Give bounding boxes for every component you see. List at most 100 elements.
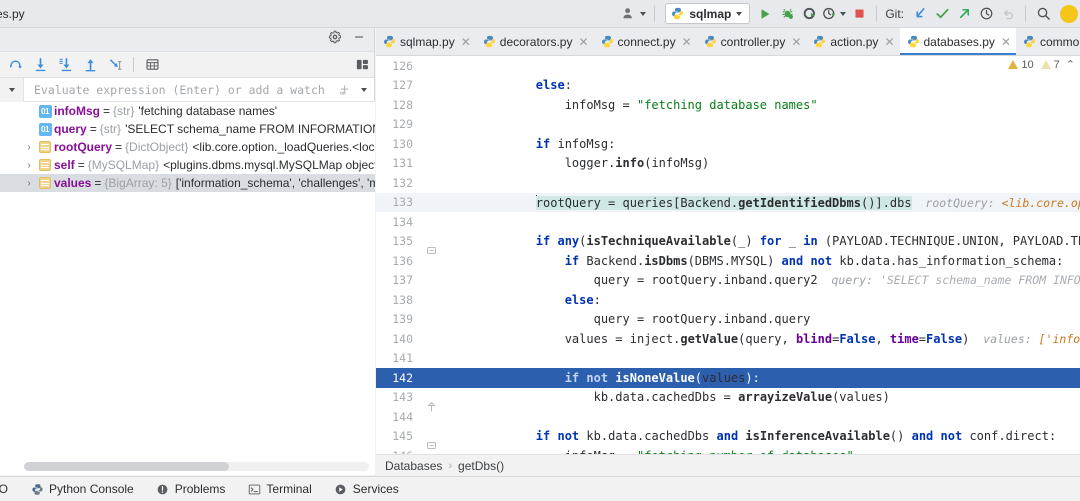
close-icon[interactable]: ✕ xyxy=(682,36,692,48)
evaluate-expression-input[interactable]: Evaluate expression (Enter) or add a wat… xyxy=(24,78,334,102)
step-out-icon[interactable] xyxy=(79,54,101,76)
code-line-142[interactable]: 142 if not isNoneValue(values): xyxy=(376,368,1080,388)
code-line-143[interactable]: 143 kb.data.cachedDbs = arrayizeValue(va… xyxy=(376,388,1080,412)
step-into-icon[interactable] xyxy=(29,54,51,76)
variable-row[interactable]: › self = {MySQLMap} <plugins.dbms.mysql.MySQ… xyxy=(0,156,375,174)
editor-tab-databases-py[interactable]: databases.py ✕ xyxy=(899,28,1017,55)
run-configuration-selector[interactable]: sqlmap xyxy=(665,3,751,24)
code-line-140[interactable]: 140 values = inject.getValue(query, blin… xyxy=(376,329,1080,349)
code-line-133[interactable]: 133 rootQuery = queries[Backend.getIdent… xyxy=(376,192,1080,212)
evaluate-expression-row[interactable]: Evaluate expression (Enter) or add a wat… xyxy=(0,77,374,102)
account-avatar[interactable] xyxy=(1060,4,1078,23)
close-icon[interactable]: ✕ xyxy=(791,36,801,48)
run-to-cursor-icon[interactable] xyxy=(104,54,126,76)
code-line-134[interactable]: 134 xyxy=(376,212,1080,232)
add-watch-icon[interactable] xyxy=(334,78,354,102)
code-line-141[interactable]: 141 xyxy=(376,349,1080,369)
code-text[interactable]: logger.info(infoMsg) xyxy=(470,156,710,170)
close-icon[interactable]: ✕ xyxy=(578,36,588,48)
force-step-into-icon[interactable] xyxy=(54,54,76,76)
code-text[interactable]: rootQuery = queries[Backend.getIdentifie… xyxy=(470,194,1080,210)
editor-tab-sqlmap-py[interactable]: sqlmap.py ✕ xyxy=(376,28,476,55)
code-text[interactable]: values = inject.getValue(query, blind=Fa… xyxy=(470,332,1080,346)
code-line-138[interactable]: 138 else: xyxy=(376,290,1080,310)
code-line-145[interactable]: 145 if not kb.data.cachedDbs and isInfer… xyxy=(376,427,1080,450)
variable-row[interactable]: › rootQuery = {DictObject} <lib.core.option.… xyxy=(0,138,375,156)
tool-window-services[interactable]: Services xyxy=(323,477,410,501)
gear-icon[interactable] xyxy=(328,30,342,49)
breadcrumb-scope[interactable]: Databases xyxy=(385,459,442,473)
chevron-down-icon[interactable] xyxy=(354,78,374,102)
breadcrumb[interactable]: Databases › getDbs() xyxy=(376,454,1080,476)
commit-icon[interactable] xyxy=(931,3,953,25)
editor-tab-decorators-py[interactable]: decorators.py ✕ xyxy=(476,28,594,55)
tool-window-problems[interactable]: Problems xyxy=(145,477,237,501)
expand-arrow-icon[interactable]: › xyxy=(22,142,36,153)
code-text[interactable]: if any(isTechniqueAvailable(_) for _ in … xyxy=(470,234,1080,248)
code-line-130[interactable]: 130 if infoMsg: xyxy=(376,134,1080,154)
inline-debug-value[interactable]: values: ['information_s xyxy=(969,332,1080,346)
code-line-126[interactable]: 126 xyxy=(376,56,1080,76)
code-line-144[interactable]: 144 xyxy=(376,407,1080,427)
close-icon[interactable]: ✕ xyxy=(1001,36,1011,48)
run-button[interactable] xyxy=(754,3,776,25)
history-icon[interactable] xyxy=(975,3,997,25)
editor-tab-controller-py[interactable]: controller.py ✕ xyxy=(697,28,807,55)
code-text[interactable]: query = rootQuery.inband.query xyxy=(470,312,811,326)
scrollbar-thumb[interactable] xyxy=(24,462,229,471)
inspection-status-widget[interactable]: 10 7 ⌃ xyxy=(1008,58,1075,71)
chevron-up-icon[interactable]: ⌃ xyxy=(1066,58,1075,71)
expand-arrow-icon[interactable]: › xyxy=(22,160,36,171)
code-line-131[interactable]: 131 logger.info(infoMsg) xyxy=(376,154,1080,174)
close-icon[interactable]: ✕ xyxy=(461,36,471,48)
code-text[interactable]: if not kb.data.cachedDbs and isInference… xyxy=(470,429,1056,443)
code-text[interactable]: if Backend.isDbms(DBMS.MYSQL) and not kb… xyxy=(470,254,1064,268)
code-line-139[interactable]: 139 query = rootQuery.inband.query xyxy=(376,310,1080,330)
debug-button[interactable] xyxy=(776,3,798,25)
code-line-135[interactable]: 135 if any(isTechniqueAvailable(_) for _… xyxy=(376,232,1080,255)
update-project-icon[interactable] xyxy=(909,3,931,25)
stop-button[interactable] xyxy=(848,3,870,25)
code-line-129[interactable]: 129 xyxy=(376,115,1080,135)
code-text[interactable]: else: xyxy=(470,78,572,92)
code-line-136[interactable]: 136 if Backend.isDbms(DBMS.MYSQL) and no… xyxy=(376,251,1080,271)
variable-row[interactable]: › values = {BigArray: 5} ['information_schem… xyxy=(0,174,375,192)
code-text[interactable]: kb.data.cachedDbs = arrayizeValue(values… xyxy=(470,390,890,404)
push-icon[interactable] xyxy=(953,3,975,25)
evaluate-expression-icon[interactable] xyxy=(141,54,163,76)
editor-tab-connect-py[interactable]: connect.py ✕ xyxy=(594,28,697,55)
search-icon[interactable] xyxy=(1032,3,1054,25)
code-text[interactable]: if infoMsg: xyxy=(470,137,616,151)
code-editor[interactable]: 10 7 ⌃ 126 127 else: 128 infoMsg = "fetchi… xyxy=(376,56,1080,454)
chevron-down-icon[interactable] xyxy=(0,77,24,102)
layout-settings-icon[interactable] xyxy=(355,57,370,72)
step-over-icon[interactable] xyxy=(4,54,26,76)
minimize-icon[interactable] xyxy=(352,30,366,49)
code-text[interactable]: infoMsg = "fetching database names" xyxy=(470,98,818,112)
code-text[interactable]: else: xyxy=(470,293,601,307)
breadcrumb-member[interactable]: getDbs() xyxy=(458,459,504,473)
code-text[interactable]: if not isNoneValue(values): xyxy=(470,371,760,385)
inline-debug-value[interactable]: rootQuery: <lib.core.option._lo xyxy=(912,196,1080,210)
profile-button[interactable] xyxy=(820,3,848,25)
code-line-127[interactable]: 127 else: xyxy=(376,76,1080,96)
tool-window-terminal[interactable]: Terminal xyxy=(236,477,322,501)
variables-horizontal-scrollbar[interactable] xyxy=(22,459,375,475)
inline-debug-value[interactable]: query: 'SELECT schema_name FROM INFORMAT… xyxy=(818,273,1080,287)
code-line-128[interactable]: 128 infoMsg = "fetching database names" xyxy=(376,95,1080,115)
expand-arrow-icon[interactable]: › xyxy=(22,178,36,189)
code-line-137[interactable]: 137 query = rootQuery.inband.query2 quer… xyxy=(376,271,1080,291)
tool-window-do[interactable]: DO xyxy=(0,477,19,501)
variables-tree[interactable]: 01 infoMsg = {str}'fetching database names'… xyxy=(0,102,375,475)
variable-row[interactable]: 01 infoMsg = {str}'fetching database names' xyxy=(0,102,375,120)
editor-tab-action-py[interactable]: action.py ✕ xyxy=(806,28,899,55)
editor-tab-common-py[interactable]: common.py✕ xyxy=(1016,28,1080,55)
tool-window-python-console[interactable]: Python Console xyxy=(19,477,145,501)
code-line-146[interactable]: 146 infoMsg = "fetching number of databa… xyxy=(376,446,1080,454)
users-icon[interactable] xyxy=(620,3,648,25)
run-with-coverage-button[interactable] xyxy=(798,3,820,25)
variable-row[interactable]: 01 query = {str} 'SELECT schema_name FROM IN… xyxy=(0,120,375,138)
close-icon[interactable]: ✕ xyxy=(884,36,894,48)
code-text[interactable]: query = rootQuery.inband.query2 query: '… xyxy=(470,273,1080,287)
code-line-132[interactable]: 132 xyxy=(376,173,1080,193)
